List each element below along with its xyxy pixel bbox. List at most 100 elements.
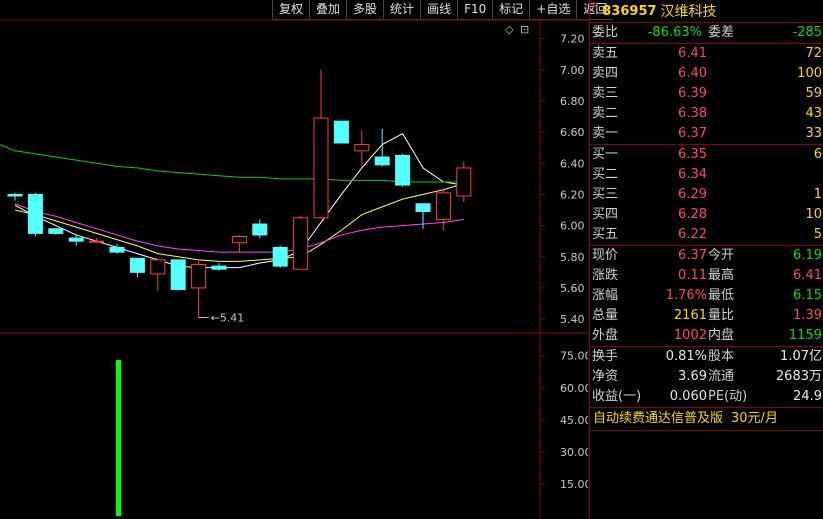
- promo-price: 30元/月: [731, 411, 778, 426]
- level-volume: 100: [797, 66, 822, 81]
- bid-list: 买一 6.35 6 买二 6.34 买三 6.29 1 买四 6.28 10 买五 6.22 5: [590, 145, 823, 246]
- quote-value: 6.19: [793, 248, 822, 263]
- candle-body[interactable]: [354, 144, 370, 152]
- quote-label: 量比: [708, 308, 735, 323]
- volume-tick-label: 30.00: [560, 446, 588, 459]
- finance-row: 收益(一) 0.060 PE(动) 24.9: [590, 387, 823, 407]
- quote-row: 总量 2161 量比 1.39: [590, 306, 823, 326]
- level-volume: 10: [805, 207, 822, 222]
- finance-label: 收益(一): [592, 389, 642, 404]
- webi-value: -86.63%: [647, 25, 702, 40]
- candle-body[interactable]: [129, 257, 145, 273]
- candle-body[interactable]: [109, 246, 125, 253]
- level-price: 6.37: [678, 126, 707, 141]
- ask-row[interactable]: 卖二 6.38 43: [590, 104, 823, 124]
- finance-label: 股本: [708, 349, 735, 364]
- price-tick-label: 5.60: [560, 282, 585, 295]
- quote-row: 涨幅 1.76% 最低 6.15: [590, 286, 823, 306]
- candle-body[interactable]: [48, 228, 64, 234]
- candle-body[interactable]: [333, 120, 349, 144]
- level-label: 卖一: [592, 126, 619, 141]
- ma-line-ma60-ext: [0, 144, 16, 152]
- finance-value: 0.060: [669, 389, 707, 404]
- candle-body[interactable]: [435, 192, 451, 220]
- price-tick-label: 6.40: [560, 157, 585, 170]
- volume-bar: [116, 359, 121, 516]
- quote-value: 6.15: [793, 288, 822, 303]
- ask-row[interactable]: 卖三 6.39 59: [590, 84, 823, 104]
- price-tick-label: 6.60: [560, 126, 585, 139]
- level-volume: 33: [805, 126, 822, 141]
- bid-row[interactable]: 买三 6.29 1: [590, 185, 823, 205]
- candle-body[interactable]: [252, 223, 268, 236]
- finance-value: 3.69: [678, 369, 707, 384]
- level-volume: 59: [805, 86, 822, 101]
- candle-body[interactable]: [191, 264, 207, 289]
- finance-row: 换手 0.81% 股本 1.07亿: [590, 347, 823, 367]
- candle-body[interactable]: [170, 259, 186, 290]
- level-price: 6.39: [678, 86, 707, 101]
- level-label: 买二: [592, 167, 619, 182]
- candle-body[interactable]: [27, 193, 43, 234]
- quote-value: 1159: [788, 328, 822, 343]
- level-price: 6.22: [678, 227, 707, 242]
- candle-body[interactable]: [272, 246, 288, 267]
- ask-row[interactable]: 卖一 6.37 33: [590, 124, 823, 144]
- level-label: 卖三: [592, 86, 619, 101]
- price-tick-label: 6.00: [560, 220, 585, 233]
- quote-row: 涨跌 0.11 最高 6.41: [590, 266, 823, 286]
- candle-body[interactable]: [7, 193, 23, 197]
- quote-value: 6.37: [678, 248, 707, 263]
- price-tick-label: 6.80: [560, 95, 585, 108]
- level-price: 6.41: [678, 46, 707, 61]
- stock-flag: R: [592, 2, 599, 12]
- finance-label: 换手: [592, 349, 619, 364]
- candle-body[interactable]: [456, 167, 472, 197]
- quote-label: 现价: [592, 248, 619, 263]
- candle-body[interactable]: [395, 154, 411, 186]
- finance-label: 流通: [708, 369, 735, 384]
- level-price: 6.29: [678, 187, 707, 202]
- level-label: 买五: [592, 227, 619, 242]
- ask-row[interactable]: 卖五 6.41 72: [590, 44, 823, 64]
- expand-icon[interactable]: ⊡: [520, 23, 529, 36]
- quote-value: 6.41: [793, 268, 822, 283]
- quote-row: 现价 6.37 今开 6.19: [590, 246, 823, 266]
- finance-stats: 换手 0.81% 股本 1.07亿 净资 3.69 流通 2683万 收益(一) 0.060 PE(…: [590, 347, 823, 408]
- candle-body[interactable]: [89, 240, 105, 243]
- level-label: 买四: [592, 207, 619, 222]
- stock-title: R 836957 汉维科技: [590, 0, 823, 23]
- weicha-value: -285: [792, 25, 822, 40]
- diamond-icon[interactable]: ◇: [505, 23, 514, 36]
- candle-body[interactable]: [374, 156, 390, 166]
- volume-tick-label: 45.00: [560, 414, 588, 427]
- level-price: 6.28: [678, 207, 707, 222]
- candle-body[interactable]: [313, 117, 329, 219]
- candle-body[interactable]: [68, 237, 84, 242]
- quote-value: 2161: [673, 308, 707, 323]
- low-arrow-icon: ←: [211, 312, 220, 325]
- price-tick-label: 6.20: [560, 188, 585, 201]
- bid-row[interactable]: 买五 6.22 5: [590, 225, 823, 245]
- finance-value: 1.07亿: [780, 349, 822, 364]
- candle-body[interactable]: [293, 217, 309, 270]
- price-tick-label: 5.40: [560, 313, 585, 326]
- kline-chart[interactable]: ◇ ⊡ 7.20 7.00 6.80 6.60 6.40 6.20 6.00 5.80 5.60…: [0, 0, 588, 519]
- volume-tick-label: 15.00: [560, 478, 588, 491]
- bid-row[interactable]: 买四 6.28 10: [590, 205, 823, 225]
- promo-banner[interactable]: 自动续费通达信普及版 30元/月: [590, 408, 823, 431]
- low-price-label: ←5.41: [211, 312, 245, 325]
- promo-text: 自动续费通达信普及版: [593, 411, 724, 426]
- candle-body[interactable]: [150, 259, 166, 275]
- ask-row[interactable]: 卖四 6.40 100: [590, 64, 823, 84]
- candle-body[interactable]: [415, 203, 431, 213]
- bid-row[interactable]: 买一 6.35 6: [590, 145, 823, 165]
- volume-tick-label: 75.00: [560, 350, 588, 363]
- level-volume: 43: [805, 106, 822, 121]
- quote-label: 最低: [708, 288, 735, 303]
- candle-body[interactable]: [231, 235, 247, 244]
- finance-row: 净资 3.69 流通 2683万: [590, 367, 823, 387]
- bid-row[interactable]: 买二 6.34: [590, 165, 823, 185]
- candle-body[interactable]: [211, 265, 227, 270]
- quote-value: 1.39: [793, 308, 822, 323]
